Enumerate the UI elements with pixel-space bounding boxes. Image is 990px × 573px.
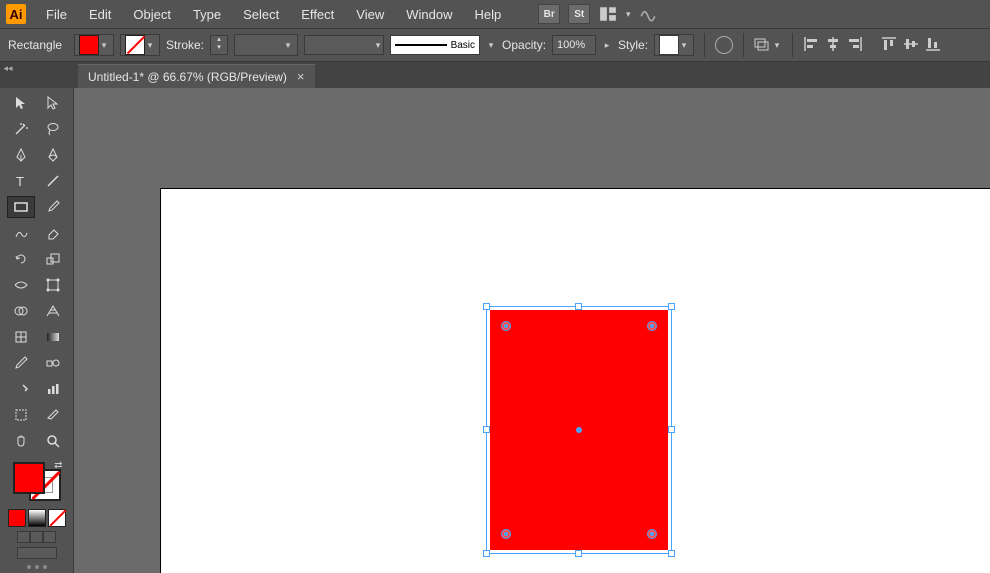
menu-file[interactable]: File (36, 3, 77, 26)
menu-help[interactable]: Help (464, 3, 511, 26)
selection-tool[interactable] (7, 92, 35, 114)
edit-toolbar-icon[interactable] (27, 565, 47, 569)
screen-mode-row (17, 547, 57, 559)
align-center-h-icon[interactable] (825, 36, 841, 55)
bridge-icon[interactable]: Br (538, 4, 560, 24)
stroke-swatch (125, 35, 145, 55)
menu-bar: Ai File Edit Object Type Select Effect V… (0, 0, 990, 28)
scale-tool[interactable] (39, 248, 67, 270)
fill-stroke-indicator[interactable]: ⇄ (13, 462, 61, 501)
arrange-caret-icon[interactable]: ▾ (623, 9, 633, 20)
stroke-color-dropdown[interactable]: ▾ (120, 34, 160, 56)
fill-indicator[interactable] (13, 462, 45, 494)
brush-caret-icon[interactable]: ▾ (486, 40, 496, 51)
align-panel-icon[interactable]: ▾ (754, 38, 782, 52)
column-graph-tool[interactable] (39, 378, 67, 400)
align-bottom-icon[interactable] (925, 36, 941, 55)
align-right-icon[interactable] (847, 36, 863, 55)
menu-select[interactable]: Select (233, 3, 289, 26)
menu-effect[interactable]: Effect (291, 3, 344, 26)
paintbrush-tool[interactable] (39, 196, 67, 218)
pen-tool[interactable] (7, 144, 35, 166)
draw-behind-icon[interactable] (30, 531, 43, 543)
variable-width-profile-dropdown[interactable]: ▾ (304, 35, 384, 55)
menu-window[interactable]: Window (396, 3, 462, 26)
symbol-sprayer-tool[interactable] (7, 378, 35, 400)
gpu-preview-icon[interactable] (639, 6, 657, 22)
align-top-icon[interactable] (881, 36, 897, 55)
fill-color-dropdown[interactable]: ▾ (74, 34, 114, 56)
eraser-tool[interactable] (39, 222, 67, 244)
menu-object[interactable]: Object (123, 3, 181, 26)
svg-text:T: T (16, 174, 24, 189)
gradient-tool[interactable] (39, 326, 67, 348)
style-label: Style: (618, 38, 648, 52)
collapse-panels-icon[interactable]: ◂◂ (0, 62, 16, 74)
opacity-label: Opacity: (502, 38, 546, 52)
canvas-area[interactable] (74, 88, 990, 573)
zoom-tool[interactable] (39, 430, 67, 452)
hand-tool[interactable] (7, 430, 35, 452)
draw-mode-row (17, 531, 56, 543)
draw-normal-icon[interactable] (17, 531, 30, 543)
swap-fill-stroke-icon[interactable]: ⇄ (54, 460, 62, 471)
blend-tool[interactable] (39, 352, 67, 374)
brush-definition-dropdown[interactable]: Basic (390, 35, 480, 55)
menu-type[interactable]: Type (183, 3, 231, 26)
lasso-tool[interactable] (39, 118, 67, 140)
menu-edit[interactable]: Edit (79, 3, 121, 26)
shape-builder-tool[interactable] (7, 300, 35, 322)
recolor-artwork-icon[interactable] (715, 36, 733, 54)
app-logo: Ai (6, 4, 26, 24)
draw-inside-icon[interactable] (43, 531, 56, 543)
graphic-style-dropdown[interactable]: ▾ (654, 34, 694, 56)
eyedropper-tool[interactable] (7, 352, 35, 374)
slice-tool[interactable] (39, 404, 67, 426)
main-area: T (0, 88, 990, 573)
opacity-caret-icon[interactable]: ▸ (602, 40, 612, 51)
width-tool[interactable] (7, 274, 35, 296)
perspective-grid-tool[interactable] (39, 300, 67, 322)
screen-mode-icon[interactable] (17, 547, 57, 559)
direct-selection-tool[interactable] (39, 92, 67, 114)
shaper-tool[interactable] (7, 222, 35, 244)
document-tab[interactable]: Untitled-1* @ 66.67% (RGB/Preview) × (78, 64, 315, 88)
align-left-icon[interactable] (803, 36, 819, 55)
free-transform-tool[interactable] (39, 274, 67, 296)
opacity-input[interactable]: 100% (552, 35, 596, 55)
stock-icon[interactable]: St (568, 4, 590, 24)
magic-wand-tool[interactable] (7, 118, 35, 140)
style-swatch (659, 35, 679, 55)
stroke-label: Stroke: (166, 38, 204, 52)
curvature-tool[interactable] (39, 144, 67, 166)
color-mode-gradient[interactable] (28, 509, 46, 527)
color-mode-none[interactable] (48, 509, 66, 527)
align-center-v-icon[interactable] (903, 36, 919, 55)
control-bar: Rectangle ▾ ▾ Stroke: ▴▾ ▾ ▾ Basic ▾ Opa… (0, 28, 990, 62)
rectangle-shape[interactable] (490, 310, 668, 550)
rotate-tool[interactable] (7, 248, 35, 270)
stroke-weight-dropdown[interactable]: ▾ (234, 34, 298, 56)
fill-swatch (79, 35, 99, 55)
selection-type-label: Rectangle (8, 38, 68, 52)
mesh-tool[interactable] (7, 326, 35, 348)
tab-close-button[interactable]: × (297, 69, 305, 84)
color-mode-row (8, 509, 66, 527)
type-tool[interactable]: T (7, 170, 35, 192)
line-segment-tool[interactable] (39, 170, 67, 192)
arrange-documents-icon[interactable] (599, 6, 617, 22)
toolbox: T (0, 88, 74, 573)
color-mode-solid[interactable] (8, 509, 26, 527)
document-tab-bar: Untitled-1* @ 66.67% (RGB/Preview) × (0, 62, 990, 88)
document-tab-title: Untitled-1* @ 66.67% (RGB/Preview) (88, 70, 287, 84)
artboard-tool[interactable] (7, 404, 35, 426)
menu-view[interactable]: View (346, 3, 394, 26)
stroke-weight-stepper[interactable]: ▴▾ (210, 35, 228, 55)
brush-name-label: Basic (451, 40, 475, 51)
rectangle-tool[interactable] (7, 196, 35, 218)
